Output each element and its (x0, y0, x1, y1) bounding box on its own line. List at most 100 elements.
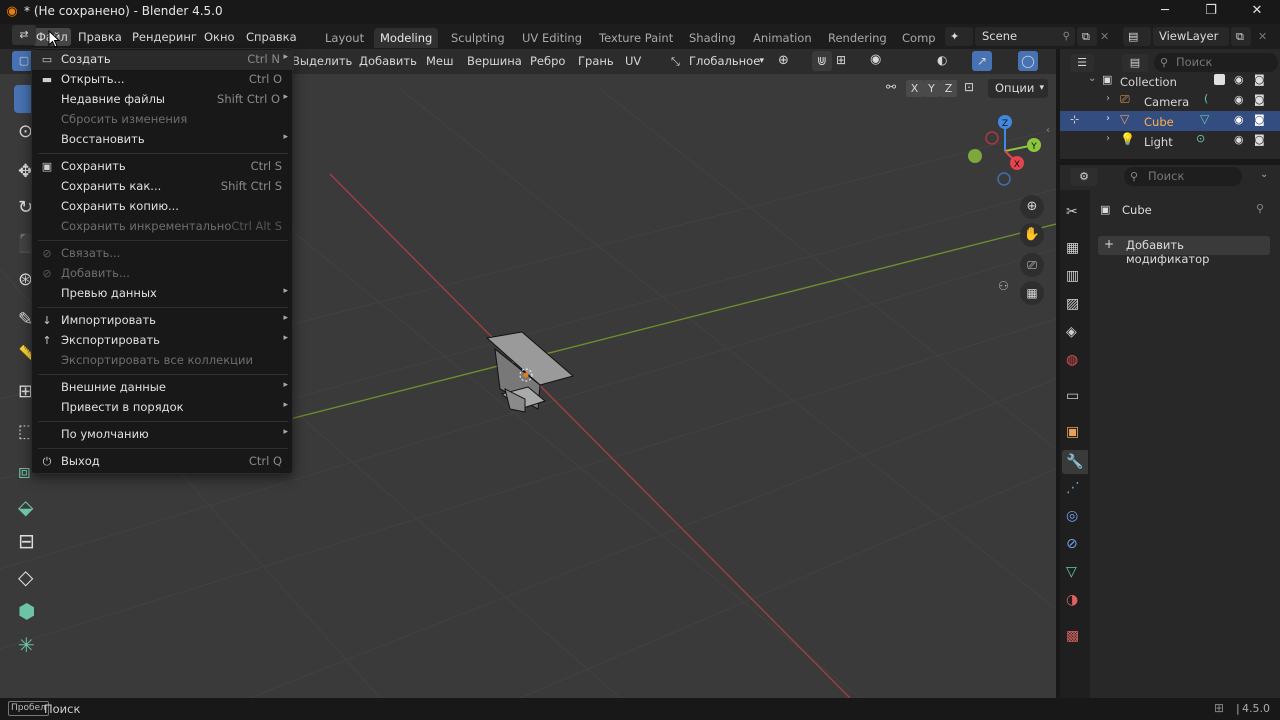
new-scene-button[interactable]: ⧉ (1077, 27, 1097, 46)
menu-item-import[interactable]: ↓ Импортировать ▸ (32, 311, 294, 331)
camera-render-icon[interactable]: ◙ (1254, 113, 1265, 126)
mode-select-icon[interactable]: ⇄ (12, 25, 36, 45)
transform-orientation-dropdown[interactable]: ⤡ Глобальное ▾ (667, 52, 767, 71)
viewlayer-field[interactable]: ViewLayer (1153, 27, 1229, 46)
properties-search-input[interactable]: ⚲ Поиск (1124, 167, 1242, 186)
tab-shading[interactable]: Shading (683, 28, 742, 48)
properties-editor-type-icon[interactable]: ⚙ (1070, 168, 1098, 186)
spin-tool-icon[interactable]: ✳ (18, 633, 35, 657)
modifier-tab-icon[interactable]: 🔧 (1062, 450, 1088, 474)
add-modifier-button[interactable]: + Добавить модификатор (1098, 236, 1270, 266)
bevel-tool-icon[interactable]: ⬙ (18, 495, 33, 519)
menu-render[interactable]: Рендеринг (132, 28, 197, 46)
hand-pan-icon[interactable]: ✋ (1020, 223, 1044, 247)
menu-item-save-copy[interactable]: Сохранить копию... (32, 197, 294, 217)
menu-select[interactable]: Выделить (292, 53, 352, 70)
eye-icon[interactable]: ◉ (1234, 113, 1244, 126)
physics-tab-icon[interactable]: ◎ (1066, 508, 1078, 524)
new-viewlayer-button[interactable]: ⧉ (1231, 27, 1251, 46)
render-tab-icon[interactable]: ▦ (1066, 240, 1079, 256)
overlays-icon[interactable]: ◯ (1018, 51, 1038, 71)
eye-icon[interactable]: ◉ (1234, 93, 1244, 106)
menu-item-save[interactable]: ▣ Сохранить Ctrl S (32, 157, 294, 177)
display-mode-icon[interactable]: ▤ (1122, 54, 1148, 72)
gamepad-icon[interactable]: ⚇ (998, 279, 1009, 293)
checkbox-icon[interactable] (1214, 74, 1225, 85)
menu-mesh[interactable]: Меш (426, 53, 454, 70)
menu-edge[interactable]: Ребро (530, 53, 565, 70)
visibility-icon[interactable]: ◐ (937, 53, 947, 67)
data-tab-icon[interactable]: ▽ (1066, 564, 1077, 580)
outliner-row-light[interactable]: › 💡 Light ⊙ ◉ ◙ (1060, 131, 1280, 151)
outliner-search-input[interactable]: ⚲ Поиск (1154, 53, 1278, 72)
menu-item-data-previews[interactable]: Превью данных ▸ (32, 284, 294, 304)
menu-item-external-data[interactable]: Внешние данные ▸ (32, 378, 294, 398)
mirror-z-toggle[interactable]: Z (940, 80, 957, 97)
maximize-button[interactable]: ❐ (1188, 0, 1234, 24)
tab-sculpting[interactable]: Sculpting (445, 28, 511, 48)
mirror-y-toggle[interactable]: Y (923, 80, 940, 97)
menu-item-recover[interactable]: Восстановить ▸ (32, 130, 294, 150)
tab-modeling[interactable]: Modeling (374, 28, 439, 48)
menu-vertex[interactable]: Вершина (467, 53, 522, 70)
menu-item-recent-files[interactable]: Недавние файлы Shift Ctrl O ▸ (32, 90, 294, 110)
gizmo-toggle-icon[interactable]: ↗ (972, 51, 992, 71)
menu-item-new[interactable]: ▭ Создать Ctrl N ▸ (32, 50, 294, 70)
chevron-down-icon[interactable]: ⌄ (1260, 169, 1268, 180)
knife-tool-icon[interactable]: ◇ (18, 565, 33, 589)
eye-icon[interactable]: ◉ (1234, 133, 1244, 146)
snap-target-icon[interactable]: ⊞ (836, 53, 846, 67)
delete-viewlayer-icon[interactable]: ✕ (1258, 30, 1267, 43)
menu-uv[interactable]: UV (625, 53, 641, 70)
chevron-right-icon[interactable]: › (1106, 133, 1110, 144)
tab-uv-editing[interactable]: UV Editing (516, 28, 588, 48)
outliner-editor-type-icon[interactable]: ☰ (1070, 54, 1094, 72)
menu-item-quit[interactable]: ⏻ Выход Ctrl Q (32, 452, 294, 472)
material-tab-icon[interactable]: ◑ (1066, 592, 1078, 608)
loop-cut-tool-icon[interactable]: ⊟ (18, 529, 35, 553)
viewlayer-browse-button[interactable]: ▤ (1123, 27, 1151, 46)
auto-merge-icon[interactable]: ⊡ (964, 80, 974, 94)
menu-item-clean-up[interactable]: Привести в порядок ▸ (32, 398, 294, 418)
outliner-row-collection[interactable]: ⌄ ▣ Collection ◉ ◙ (1060, 71, 1280, 91)
outliner-row-camera[interactable]: › ⎚ Camera ( ◉ ◙ (1060, 91, 1280, 111)
tab-layout[interactable]: Layout (319, 28, 370, 48)
chevron-right-icon[interactable]: › (1106, 93, 1110, 104)
menu-item-export[interactable]: ↑ Экспортировать ▸ (32, 331, 294, 351)
camera-render-icon[interactable]: ◙ (1254, 93, 1265, 106)
menu-help[interactable]: Справка (246, 28, 297, 46)
zoom-icon[interactable]: ⊕ (1020, 195, 1044, 219)
scene-field[interactable]: Scene ⚲ (975, 27, 1075, 46)
options-dropdown[interactable]: Опции ▾ (988, 79, 1048, 98)
world-tab-icon[interactable]: ◍ (1066, 352, 1078, 368)
sidebar-toggle-icon[interactable]: ‹ (1046, 125, 1050, 136)
scene-tab-icon[interactable]: ◈ (1066, 324, 1077, 340)
camera-view-icon[interactable]: ⎚ (1020, 253, 1044, 277)
scene-browse-button[interactable]: ✦ (945, 27, 973, 46)
perspective-grid-icon[interactable]: ▦ (1020, 281, 1044, 305)
camera-render-icon[interactable]: ◙ (1254, 73, 1265, 86)
tab-rendering[interactable]: Rendering (822, 28, 893, 48)
tab-animation[interactable]: Animation (747, 28, 818, 48)
menu-item-defaults[interactable]: По умолчанию ▸ (32, 425, 294, 445)
chevron-down-icon[interactable]: ⌄ (1088, 73, 1096, 84)
poly-build-tool-icon[interactable]: ⬢ (18, 599, 35, 623)
chevron-right-icon[interactable]: › (1106, 113, 1110, 124)
inset-tool-icon[interactable]: ⧈ (18, 459, 31, 483)
menu-face[interactable]: Грань (578, 53, 614, 70)
delete-scene-icon[interactable]: ✕ (1100, 30, 1109, 43)
mirror-icon[interactable]: ⚯ (886, 80, 896, 94)
tab-texture-paint[interactable]: Texture Paint (593, 28, 679, 48)
menu-window[interactable]: Окно (204, 28, 235, 46)
camera-render-icon[interactable]: ◙ (1254, 133, 1265, 146)
eye-icon[interactable]: ◉ (1234, 73, 1244, 86)
object-tab-icon[interactable]: ▣ (1066, 424, 1079, 440)
menu-add[interactable]: Добавить (359, 53, 417, 70)
pin-icon[interactable]: ⚲ (1063, 27, 1070, 46)
view-layer-tab-icon[interactable]: ▨ (1066, 296, 1079, 312)
texture-tab-icon[interactable]: ▩ (1066, 628, 1079, 644)
menu-edit[interactable]: Правка (78, 28, 122, 46)
pin-icon[interactable]: ⚲ (1256, 202, 1264, 215)
pivot-icon[interactable]: ⊕ (778, 53, 789, 68)
snap-icon[interactable]: ⋓ (812, 51, 832, 71)
